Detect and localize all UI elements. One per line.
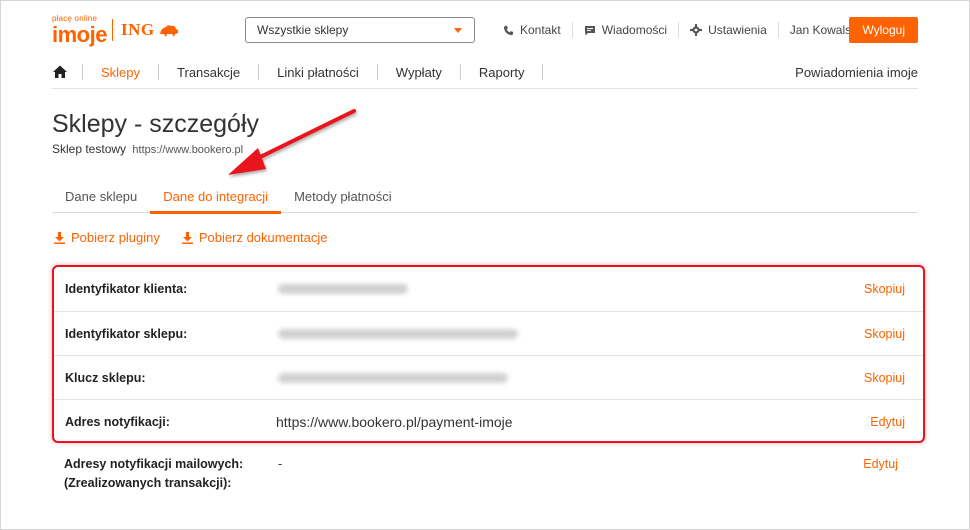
nav-notifications[interactable]: Powiadomienia imoje [795, 65, 918, 80]
download-docs-link[interactable]: Pobierz dokumentacje [181, 230, 328, 245]
logo-divider [112, 19, 113, 41]
shop-name: Sklep testowy [52, 142, 127, 156]
messages-label: Wiadomości [601, 23, 668, 37]
logout-button[interactable]: Wyloguj [849, 17, 918, 43]
ing-logo-text: ING [121, 20, 155, 39]
edit-notification-address-button[interactable]: Edytuj [870, 415, 905, 429]
page-subtitle: Sklep testowy https://www.bookero.pl [52, 142, 243, 156]
shop-id-label: Identyfikator sklepu: [65, 326, 188, 341]
nav-item-raporty[interactable]: Raporty [459, 64, 544, 80]
download-plugins-link[interactable]: Pobierz pluginy [54, 230, 160, 245]
message-icon [584, 25, 595, 35]
copy-client-id-button[interactable]: Skopiuj [864, 282, 905, 296]
contact-label: Kontakt [520, 23, 561, 37]
integration-data-table: Identyfikator klienta: Skopiuj Identyfik… [52, 265, 925, 443]
shop-select-value: Wszystkie sklepy [257, 23, 349, 37]
table-row: Klucz sklepu: Skopiuj [54, 355, 923, 399]
tab-dane-do-integracji[interactable]: Dane do integracji [150, 180, 281, 214]
divider [52, 88, 918, 89]
tab-metody-platnosci[interactable]: Metody płatności [281, 180, 405, 213]
top-links: Kontakt Wiadomości Ustawienia Jan Kowals… [492, 17, 871, 43]
nav-item-sklepy[interactable]: Sklepy [82, 64, 158, 80]
tabs: Dane sklepu Dane do integracji Metody pł… [52, 180, 918, 214]
nav-item-linki-platnosci[interactable]: Linki płatności [258, 64, 377, 80]
shop-key-label: Klucz sklepu: [65, 370, 146, 385]
table-row: Adres notyfikacji: https://www.bookero.p… [54, 399, 923, 443]
edit-mail-notification-button[interactable]: Edytuj [863, 455, 898, 474]
blurred-value [278, 328, 518, 339]
download-docs-label: Pobierz dokumentacje [198, 230, 328, 245]
table-row: Identyfikator sklepu: Skopiuj [54, 311, 923, 355]
settings-label: Ustawienia [708, 23, 767, 37]
downloads: Pobierz pluginy Pobierz dokumentacje [54, 230, 350, 245]
settings-link[interactable]: Ustawienia [679, 21, 778, 39]
download-icon [181, 231, 193, 244]
gear-icon [690, 24, 703, 36]
tab-dane-sklepu[interactable]: Dane sklepu [52, 180, 150, 213]
logo[interactable]: płacę online imoje ING [52, 12, 180, 48]
copy-shop-id-button[interactable]: Skopiuj [864, 327, 905, 341]
client-id-label: Identyfikator klienta: [65, 282, 188, 296]
blurred-value [278, 372, 508, 383]
table-row: Identyfikator klienta: Skopiuj [54, 267, 923, 311]
blurred-value [278, 284, 408, 294]
nav-item-transakcje[interactable]: Transakcje [158, 64, 258, 80]
mail-notification-label-line1: Adresy notyfikacji mailowych: [64, 457, 244, 471]
messages-link[interactable]: Wiadomości [573, 21, 678, 39]
mail-notification-label-line2: (Zrealizowanych transakcji): [64, 476, 232, 490]
main-nav: Sklepy Transakcje Linki płatności Wypłat… [52, 57, 918, 87]
top-bar: płacę online imoje ING Wszystkie sklepy … [52, 12, 918, 48]
download-icon [54, 231, 65, 244]
home-icon[interactable] [52, 64, 68, 80]
logo-word: imoje [52, 22, 107, 47]
phone-icon [503, 25, 514, 35]
nav-item-wyplaty[interactable]: Wypłaty [376, 64, 460, 80]
shop-select[interactable]: Wszystkie sklepy [245, 17, 475, 43]
notification-address-label: Adres notyfikacji: [65, 414, 170, 429]
imoje-logo: płacę online imoje [52, 14, 107, 47]
mail-notification-value: - [278, 457, 283, 471]
contact-link[interactable]: Kontakt [492, 21, 572, 39]
mail-notification-label: Adresy notyfikacji mailowych: (Zrealizow… [64, 455, 243, 493]
chevron-down-icon [454, 28, 462, 33]
lion-icon [159, 25, 178, 37]
annotation-arrow-icon [228, 109, 356, 175]
mail-notification-row: Adresy notyfikacji mailowych: (Zrealizow… [64, 455, 906, 495]
notification-address-value: https://www.bookero.pl/payment-imoje [276, 413, 513, 430]
download-plugins-label: Pobierz pluginy [71, 230, 160, 245]
copy-shop-key-button[interactable]: Skopiuj [864, 371, 905, 385]
